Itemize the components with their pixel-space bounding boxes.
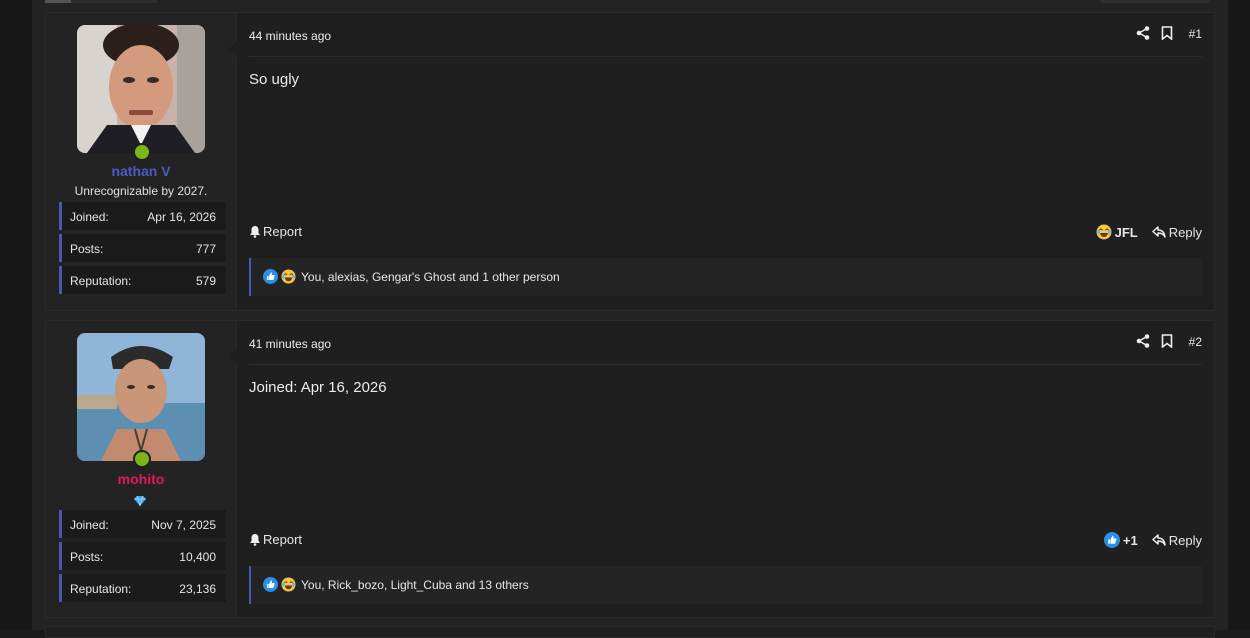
post-footer: Report JFL Reply bbox=[249, 224, 1202, 244]
report-label: Report bbox=[263, 532, 303, 547]
thread-tools-strip bbox=[1100, 0, 1210, 3]
post-footer: Report +1 Reply bbox=[249, 532, 1202, 552]
share-icon[interactable] bbox=[1136, 334, 1152, 350]
report-label: Report bbox=[263, 224, 303, 239]
post-2-body: 41 minutes ago #2 Joined: Apr 16, 2026 R… bbox=[229, 321, 1214, 617]
report-button[interactable]: Report bbox=[249, 532, 302, 547]
post-meta: 41 minutes ago #2 bbox=[249, 321, 1202, 365]
stat-label: Posts: bbox=[70, 550, 104, 564]
user-stat-posts: Posts: 777 bbox=[59, 234, 226, 262]
user-stat-joined: Joined: Nov 7, 2025 bbox=[59, 510, 226, 538]
post-3-top-edge bbox=[45, 626, 1215, 638]
post-2-user-panel: mohito Joined: Nov 7, 2025 Posts: 10,400… bbox=[46, 321, 237, 617]
user-title: Unrecognizable by 2027. bbox=[74, 184, 208, 198]
post-meta: 44 minutes ago #1 bbox=[249, 13, 1202, 57]
stat-value: 10,400 bbox=[179, 550, 216, 564]
reply-button[interactable]: Reply bbox=[1152, 533, 1202, 548]
bookmark-icon[interactable] bbox=[1161, 26, 1177, 42]
bell-icon bbox=[250, 226, 260, 238]
reactions-bar[interactable]: You, Rick_bozo, Light_Cuba and 13 others bbox=[249, 566, 1202, 604]
user-avatar[interactable] bbox=[77, 333, 205, 461]
post-1-user-panel: nathan V Unrecognizable by 2027. Joined:… bbox=[46, 13, 237, 310]
reply-button[interactable]: Reply bbox=[1152, 225, 1202, 240]
react-button[interactable]: +1 bbox=[1103, 532, 1138, 548]
reply-icon bbox=[1152, 534, 1166, 546]
like-icon bbox=[1103, 532, 1120, 548]
stat-label: Joined: bbox=[70, 518, 109, 532]
post-number-link[interactable]: #2 bbox=[1189, 335, 1202, 349]
stat-value: Nov 7, 2025 bbox=[151, 518, 216, 532]
user-stat-reputation: Reputation: 579 bbox=[59, 266, 226, 294]
username[interactable]: mohito bbox=[46, 471, 236, 487]
pagination-strip bbox=[45, 0, 157, 3]
online-status-dot bbox=[133, 450, 151, 468]
stat-value: 579 bbox=[195, 274, 216, 288]
laughing-emoji-icon bbox=[281, 577, 296, 592]
stat-value: 23,136 bbox=[179, 582, 216, 596]
reaction-actions: +1 Reply bbox=[1103, 532, 1202, 548]
reactions-list: You, Rick_bozo, Light_Cuba and 13 others bbox=[301, 578, 529, 592]
reply-label: Reply bbox=[1168, 224, 1202, 240]
arrow-caret bbox=[229, 349, 237, 365]
bell-icon bbox=[250, 534, 260, 546]
post-1-body: 44 minutes ago #1 So ugly Report JFL Rep… bbox=[229, 13, 1214, 310]
user-stat-joined: Joined: Apr 16, 2026 bbox=[59, 202, 226, 230]
user-stat-posts: Posts: 10,400 bbox=[59, 542, 226, 570]
stat-label: Reputation: bbox=[70, 582, 132, 596]
stat-label: Posts: bbox=[70, 242, 104, 256]
user-avatar[interactable] bbox=[77, 25, 205, 153]
reply-icon bbox=[1152, 226, 1166, 238]
laughing-emoji-icon bbox=[1096, 224, 1112, 240]
post-number-link[interactable]: #1 bbox=[1189, 27, 1202, 41]
post-message: Joined: Apr 16, 2026 bbox=[249, 379, 387, 396]
post-1: nathan V Unrecognizable by 2027. Joined:… bbox=[45, 12, 1215, 311]
reaction-actions: JFL Reply bbox=[1096, 224, 1202, 240]
reactions-bar[interactable]: You, alexias, Gengar's Ghost and 1 other… bbox=[249, 258, 1202, 296]
reply-label: Reply bbox=[1168, 532, 1202, 548]
reaction-summary-label: +1 bbox=[1122, 532, 1138, 548]
react-button[interactable]: JFL bbox=[1096, 224, 1138, 240]
laughing-emoji-icon bbox=[281, 269, 296, 284]
user-stat-reputation: Reputation: 23,136 bbox=[59, 574, 226, 602]
like-icon bbox=[263, 269, 278, 284]
stat-value: Apr 16, 2026 bbox=[147, 210, 216, 224]
stat-label: Reputation: bbox=[70, 274, 132, 288]
like-icon bbox=[263, 577, 278, 592]
bookmark-icon[interactable] bbox=[1161, 334, 1177, 350]
username[interactable]: nathan V bbox=[46, 163, 236, 179]
report-button[interactable]: Report bbox=[249, 224, 302, 239]
diamond-badge-icon bbox=[134, 493, 148, 508]
stat-label: Joined: bbox=[70, 210, 109, 224]
post-2: mohito Joined: Nov 7, 2025 Posts: 10,400… bbox=[45, 320, 1215, 618]
post-time[interactable]: 44 minutes ago bbox=[249, 29, 331, 43]
share-icon[interactable] bbox=[1136, 26, 1152, 42]
online-status-dot bbox=[133, 143, 151, 161]
arrow-caret bbox=[229, 41, 237, 57]
post-message: So ugly bbox=[249, 71, 300, 88]
post-time[interactable]: 41 minutes ago bbox=[249, 337, 331, 351]
reactions-list: You, alexias, Gengar's Ghost and 1 other… bbox=[301, 270, 560, 284]
stat-value: 777 bbox=[195, 242, 216, 256]
reaction-summary-label: JFL bbox=[1114, 224, 1138, 240]
